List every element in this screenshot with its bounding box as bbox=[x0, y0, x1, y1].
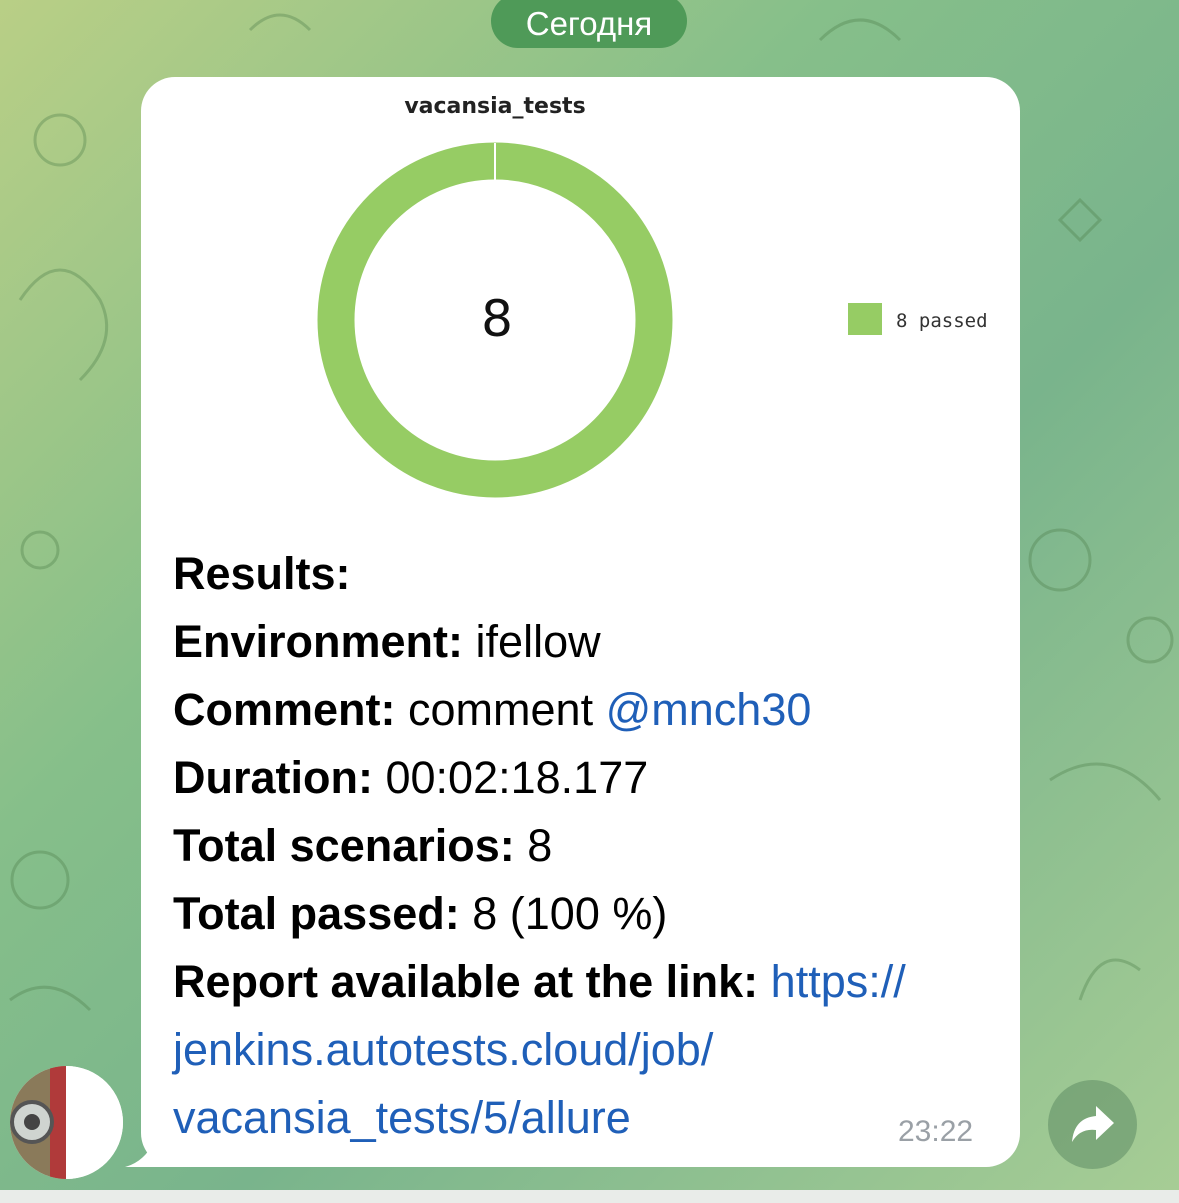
report-link-line3: vacansia_tests/5/allure bbox=[173, 1084, 1003, 1152]
bottom-bar bbox=[0, 1190, 1179, 1203]
comment-label: Comment: bbox=[173, 684, 396, 735]
share-arrow-icon bbox=[1072, 1106, 1114, 1142]
sender-avatar[interactable] bbox=[10, 1066, 123, 1179]
duration-label: Duration: bbox=[173, 752, 373, 803]
total-passed-label: Total passed: bbox=[173, 888, 460, 939]
share-button[interactable] bbox=[1048, 1080, 1137, 1169]
environment-line: Environment: ifellow bbox=[173, 608, 1003, 676]
chart-title: vacansia_tests bbox=[404, 94, 585, 119]
environment-label: Environment: bbox=[173, 616, 464, 667]
total-scenarios-line: Total scenarios: 8 bbox=[173, 812, 1003, 880]
report-label: Report available at the link: bbox=[173, 956, 759, 1007]
duration-value: 00:02:18.177 bbox=[385, 752, 649, 803]
report-link-part1[interactable]: https:// bbox=[771, 956, 906, 1007]
results-label: Results: bbox=[173, 548, 351, 599]
environment-value: ifellow bbox=[475, 616, 601, 667]
total-passed-line: Total passed: 8 (100 %) bbox=[173, 880, 1003, 948]
report-link-line2: jenkins.autotests.cloud/job/ bbox=[173, 1016, 1003, 1084]
results-chart[interactable]: vacansia_tests 8 8 passed bbox=[141, 77, 1020, 517]
total-passed-value: 8 (100 %) bbox=[472, 888, 668, 939]
total-scenarios-value: 8 bbox=[527, 820, 553, 871]
report-line: Report available at the link: https:// bbox=[173, 948, 1003, 1016]
date-separator: Сегодня bbox=[491, 0, 687, 48]
avatar-image-icon bbox=[10, 1066, 123, 1179]
message-time: 23:22 bbox=[898, 1115, 974, 1148]
duration-line: Duration: 00:02:18.177 bbox=[173, 744, 1003, 812]
comment-line: Comment: comment @mnch30 bbox=[173, 676, 1003, 744]
total-scenarios-label: Total scenarios: bbox=[173, 820, 515, 871]
report-link-part3[interactable]: vacansia_tests/5/allure bbox=[173, 1092, 631, 1143]
report-link-part2[interactable]: jenkins.autotests.cloud/job/ bbox=[173, 1024, 713, 1075]
comment-value: comment bbox=[408, 684, 594, 735]
mention-link[interactable]: @mnch30 bbox=[606, 684, 812, 735]
legend-swatch-passed bbox=[848, 303, 882, 335]
message-text: Results: Environment: ifellow Comment: c… bbox=[173, 540, 1003, 1152]
legend-label-passed: 8 passed bbox=[896, 310, 988, 332]
chart-center-value: 8 bbox=[481, 290, 513, 348]
results-line: Results: bbox=[173, 540, 1003, 608]
